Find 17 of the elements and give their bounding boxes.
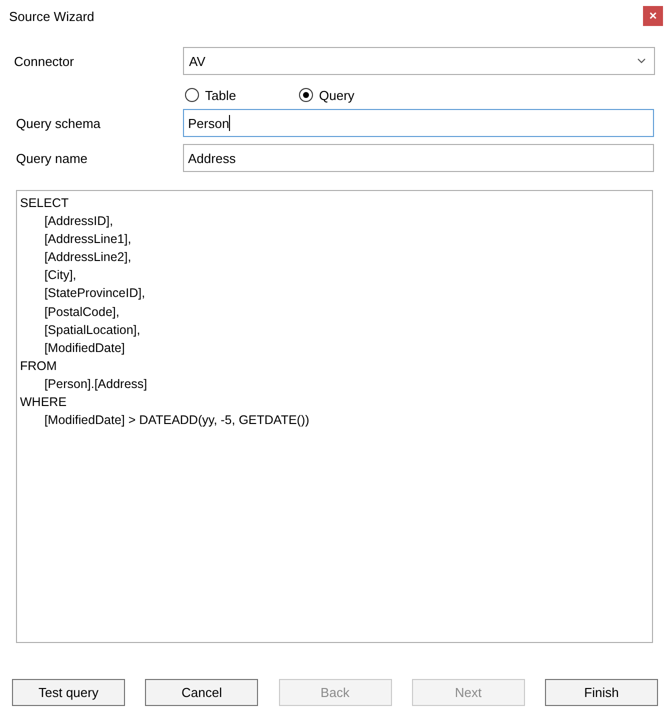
field-label: Query schema bbox=[16, 116, 102, 130]
radio-button[interactable] bbox=[299, 88, 313, 102]
radio-option[interactable]: Table bbox=[185, 88, 259, 102]
dialog-button[interactable]: Test query bbox=[12, 679, 125, 706]
dialog-button[interactable]: Cancel bbox=[145, 679, 258, 706]
connector-dropdown[interactable]: AV bbox=[183, 47, 655, 75]
input-field[interactable]: Address bbox=[183, 144, 654, 172]
connector-label: Connector bbox=[14, 54, 75, 68]
chevron-down-icon bbox=[637, 58, 646, 64]
radio-option[interactable]: Query bbox=[299, 88, 373, 102]
field-label: Query name bbox=[16, 150, 89, 166]
close-button[interactable]: × bbox=[643, 6, 663, 26]
input-field[interactable]: Person bbox=[183, 109, 654, 137]
radio-button[interactable] bbox=[185, 88, 199, 102]
query-editor[interactable]: SELECT [AddressID], [AddressLine1], [AddressLine2], [City], [StateProvinceID], [PostalCode], [SpatialLocation], [ModifiedDate] FROM [Person].[Address] WHERE [ModifiedDate] > DATEADD(yy, -5, GETDATE()) bbox=[16, 190, 653, 643]
window-title: Source Wizard bbox=[9, 8, 94, 24]
dialog-button[interactable]: Finish bbox=[545, 679, 658, 706]
